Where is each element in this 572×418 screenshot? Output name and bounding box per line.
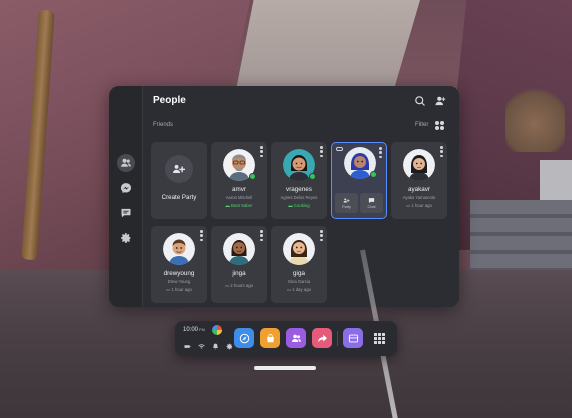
friend-status-text: 1 day ago: [292, 287, 312, 292]
party-icon: [165, 155, 193, 183]
friend-username: vragenes: [286, 186, 312, 193]
clock[interactable]: 10:00PM: [183, 327, 205, 333]
friend-fullname: Drew Young: [167, 279, 191, 284]
app-library-icon[interactable]: [374, 333, 385, 344]
more-options-icon[interactable]: [320, 230, 323, 241]
vr-headset-icon: [336, 147, 343, 151]
messenger-icon[interactable]: [117, 179, 135, 197]
friend-card[interactable]: vragenes Agnes Delos Reyes ▬ Cooking: [271, 142, 327, 219]
friend-card[interactable]: jinga ▭ 2 hours ago: [211, 226, 267, 303]
friend-card[interactable]: ayakavr Ayako Yamamoto ▭ 1 hour ago: [391, 142, 447, 219]
more-options-icon[interactable]: [200, 230, 203, 241]
search-icon[interactable]: [413, 94, 427, 108]
friend-status-text: Beat Saber: [231, 203, 253, 208]
dock-grab-bar[interactable]: [254, 366, 316, 370]
store-app-icon[interactable]: [260, 328, 280, 348]
friend-status-text: 1 hour ago: [171, 287, 192, 292]
online-indicator: [370, 171, 377, 178]
friends-section-label: Friends: [153, 122, 174, 128]
battery-icon: [183, 342, 191, 350]
side-rail: [109, 86, 143, 307]
party-button[interactable]: Party: [335, 193, 358, 213]
friend-username: drewyoung: [163, 270, 195, 277]
chat-icon[interactable]: [117, 204, 135, 222]
quick-actions: Party Chat: [335, 193, 383, 213]
people-panel: People Friends Filter Create Party amvr …: [109, 86, 459, 307]
filter-icon[interactable]: [435, 121, 444, 130]
settings-icon[interactable]: [117, 229, 135, 247]
friend-status: ▭ 1 hour ago: [166, 287, 192, 292]
explore-app-icon[interactable]: [234, 328, 254, 348]
avatar: [163, 233, 195, 265]
avatar: [223, 233, 255, 265]
friend-status-text: Cooking: [293, 203, 310, 208]
more-options-icon[interactable]: [379, 147, 382, 158]
friend-card[interactable]: drewyoung Drew Young ▭ 1 hour ago: [151, 226, 207, 303]
more-options-icon[interactable]: [440, 146, 443, 157]
wifi-icon: [197, 342, 205, 350]
create-party-label: Create Party: [161, 194, 197, 201]
panel-content: People Friends Filter Create Party amvr …: [143, 86, 459, 307]
friend-card[interactable]: giga Gina Garcia ▭ 1 day ago: [271, 226, 327, 303]
friend-card-selected[interactable]: Party Chat: [331, 142, 387, 219]
avatar: [283, 233, 315, 265]
friend-status: ▬ Beat Saber: [225, 203, 253, 208]
filter-label[interactable]: Filter: [415, 122, 428, 128]
online-indicator: [249, 173, 256, 180]
clock-ampm: PM: [199, 327, 206, 332]
env-pillar: [235, 0, 420, 95]
friend-status: ▬ Cooking: [288, 203, 310, 208]
more-options-icon[interactable]: [260, 146, 263, 157]
friend-username: giga: [293, 270, 305, 277]
people-app-icon[interactable]: [286, 328, 306, 348]
party-button-label: Party: [342, 205, 351, 209]
friend-username: jinga: [232, 270, 246, 277]
chat-button-label: Chat: [367, 205, 376, 209]
friend-status-text: 2 hours ago: [230, 283, 253, 288]
create-party-card[interactable]: Create Party: [151, 142, 207, 219]
share-app-icon[interactable]: [312, 328, 332, 348]
clock-time: 10:00: [183, 327, 199, 333]
more-options-icon[interactable]: [260, 230, 263, 241]
dock-divider: [337, 331, 338, 346]
friend-username: amvr: [232, 186, 246, 193]
friend-fullname: Aaron Mitchell: [225, 195, 253, 200]
friend-fullname: Gina Garcia: [287, 279, 311, 284]
people-icon[interactable]: [117, 154, 135, 172]
notifications-icon[interactable]: [211, 342, 219, 350]
more-options-icon[interactable]: [320, 146, 323, 157]
window-app-icon[interactable]: [343, 328, 363, 348]
avatar: [403, 149, 435, 181]
friend-status: ▭ 1 day ago: [286, 287, 312, 292]
friend-status: ▭ 1 hour ago: [406, 203, 432, 208]
friend-username: ayakavr: [407, 186, 431, 193]
online-indicator: [309, 173, 316, 180]
friend-fullname: Agnes Delos Reyes: [280, 195, 318, 200]
friend-status-text: 1 hour ago: [411, 203, 432, 208]
profile-avatar-icon[interactable]: [212, 325, 222, 335]
friend-status: ▭ 2 hours ago: [225, 283, 253, 288]
page-title: People: [153, 95, 186, 106]
add-friend-icon[interactable]: [433, 94, 447, 108]
env-plant: [505, 82, 565, 152]
friend-fullname: Ayako Yamamoto: [402, 195, 436, 200]
chat-button[interactable]: Chat: [360, 193, 383, 213]
settings-icon[interactable]: [225, 342, 233, 350]
friend-card[interactable]: amvr Aaron Mitchell ▬ Beat Saber: [211, 142, 267, 219]
universal-menu-dock: 10:00PM: [175, 321, 397, 356]
